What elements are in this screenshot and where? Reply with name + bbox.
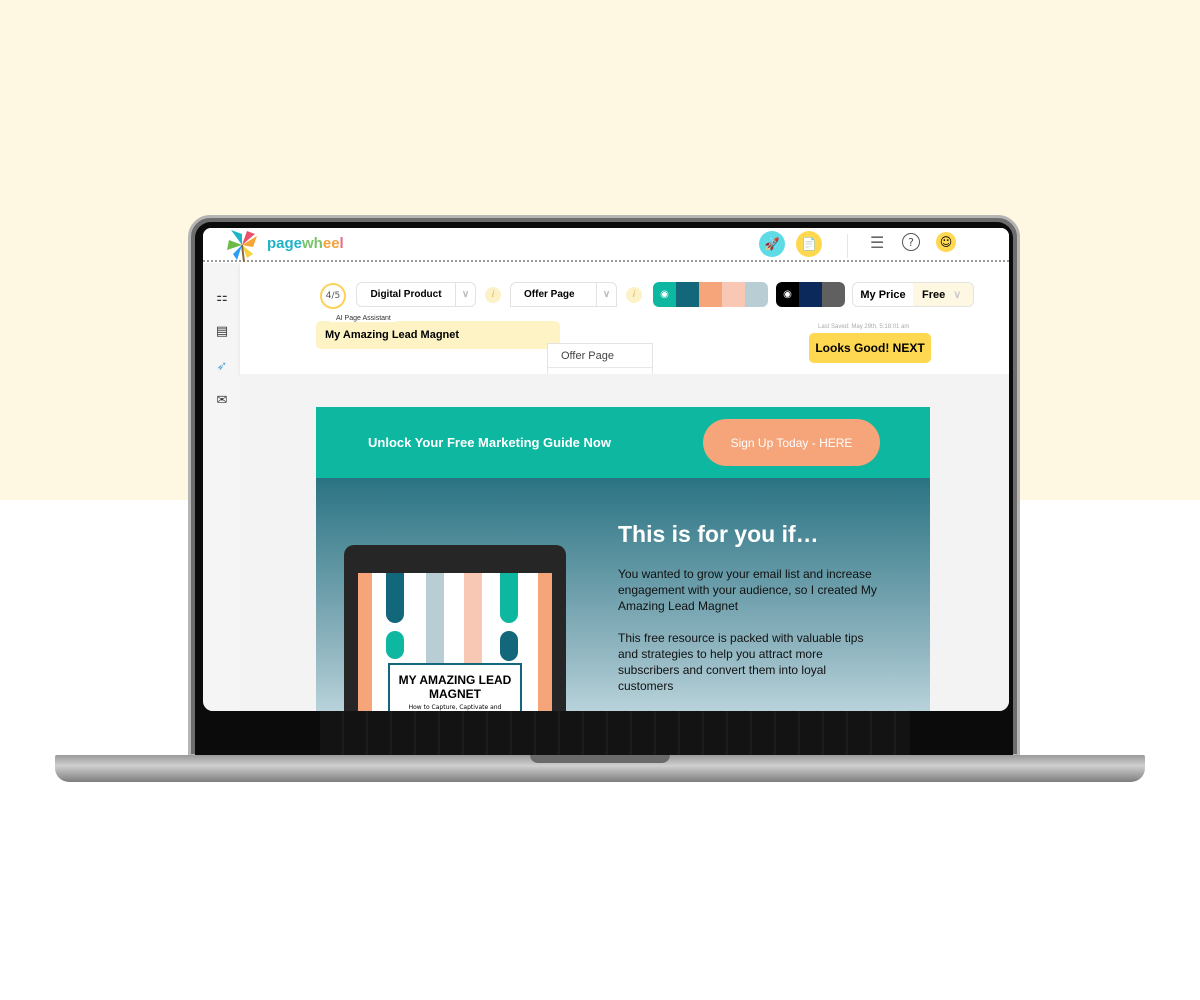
chevron-down-icon: ∨ (455, 283, 475, 306)
ebook-cover: MY AMAZING LEAD MAGNET How to Capture, C… (388, 663, 522, 711)
signup-cta-button[interactable]: Sign Up Today - HERE (703, 419, 880, 466)
app-header: pagewheel 🚀 📄 ☰ ? ☺ (203, 228, 1009, 262)
price-label: My Price (860, 288, 906, 301)
chevron-down-icon: ∨ (596, 283, 616, 306)
product-type-select[interactable]: Digital Product ∨ (356, 282, 476, 307)
page-type-value: Offer Page (524, 289, 575, 300)
banner-text: Unlock Your Free Marketing Guide Now (368, 435, 611, 450)
color-swatch[interactable] (745, 282, 768, 307)
app-logo-text: pagewheel (267, 235, 344, 252)
step-indicator: 4/5 (320, 283, 346, 309)
rocket-icon[interactable]: ➶ (214, 359, 230, 375)
product-type-value: Digital Product (370, 289, 442, 300)
dropdown-option-offer-page[interactable]: Offer Page (548, 344, 652, 368)
rocket-icon[interactable]: 🚀 (759, 231, 785, 257)
mail-icon[interactable]: ✉ (214, 393, 230, 409)
hero-paragraph-2: This free resource is packed with valuab… (618, 631, 864, 693)
price-value: Free ∨ (913, 283, 973, 306)
selected-swatch[interactable]: ◉ (653, 282, 676, 307)
chevron-down-icon: ∨ (953, 289, 962, 301)
smiley-icon[interactable]: ☺ (936, 232, 956, 252)
next-button[interactable]: Looks Good! NEXT (809, 333, 931, 363)
keyboard-reflection (320, 711, 910, 755)
info-icon[interactable]: i (485, 287, 501, 303)
color-palette-secondary[interactable]: ◉ (776, 282, 845, 307)
info-icon[interactable]: i (626, 287, 642, 303)
color-swatch[interactable] (699, 282, 722, 307)
document-icon[interactable]: ▤ (214, 324, 230, 340)
preview-banner: Unlock Your Free Marketing Guide Now Sig… (316, 407, 930, 478)
hero-paragraph-1: You wanted to grow your email list and i… (618, 567, 877, 613)
color-swatch[interactable] (799, 282, 822, 307)
color-swatch[interactable] (822, 282, 845, 307)
page-type-select[interactable]: Offer Page ∨ (510, 282, 617, 307)
preview-hero-section: MY AMAZING LEAD MAGNET How to Capture, C… (316, 478, 930, 711)
hero-heading: This is for you if… (618, 521, 819, 547)
ai-assistant-value: My Amazing Lead Magnet (325, 329, 460, 341)
header-divider (847, 234, 848, 258)
toolbar: 4/5 Digital Product ∨ i Offer Page ∨ i ◉… (240, 263, 1009, 391)
pages-icon[interactable]: 📄 (796, 231, 822, 257)
cover-subtitle: How to Capture, Captivate and (408, 704, 502, 711)
ai-page-assistant-field[interactable]: AI Page Assistant My Amazing Lead Magnet (316, 315, 560, 349)
list-icon[interactable]: ☰ (870, 233, 884, 252)
selected-swatch[interactable]: ◉ (776, 282, 799, 307)
color-palette-primary[interactable]: ◉ (653, 282, 768, 307)
price-value-text: Free (922, 288, 946, 301)
price-select[interactable]: My Price Free ∨ (852, 282, 974, 307)
color-swatch[interactable] (722, 282, 745, 307)
grid-icon[interactable]: ⚏ (214, 290, 230, 306)
app-screen: pagewheel 🚀 📄 ☰ ? ☺ ⚏ ▤ ➶ ✉ 4/5 Digital … (203, 228, 1009, 711)
tablet-screen: MY AMAZING LEAD MAGNET How to Capture, C… (358, 573, 552, 711)
sidebar: ⚏ ▤ ➶ ✉ (203, 263, 240, 711)
color-swatch[interactable] (676, 282, 699, 307)
ai-assistant-label: AI Page Assistant (330, 315, 397, 322)
tablet-mockup: MY AMAZING LEAD MAGNET How to Capture, C… (344, 545, 566, 711)
cover-title: MY AMAZING LEAD MAGNET (398, 673, 512, 701)
pinwheel-logo-icon (227, 230, 257, 262)
last-saved-text: Last Saved: May 29th, 5:18:01 am (818, 324, 910, 330)
help-icon[interactable]: ? (902, 233, 920, 251)
laptop-notch (530, 755, 670, 763)
